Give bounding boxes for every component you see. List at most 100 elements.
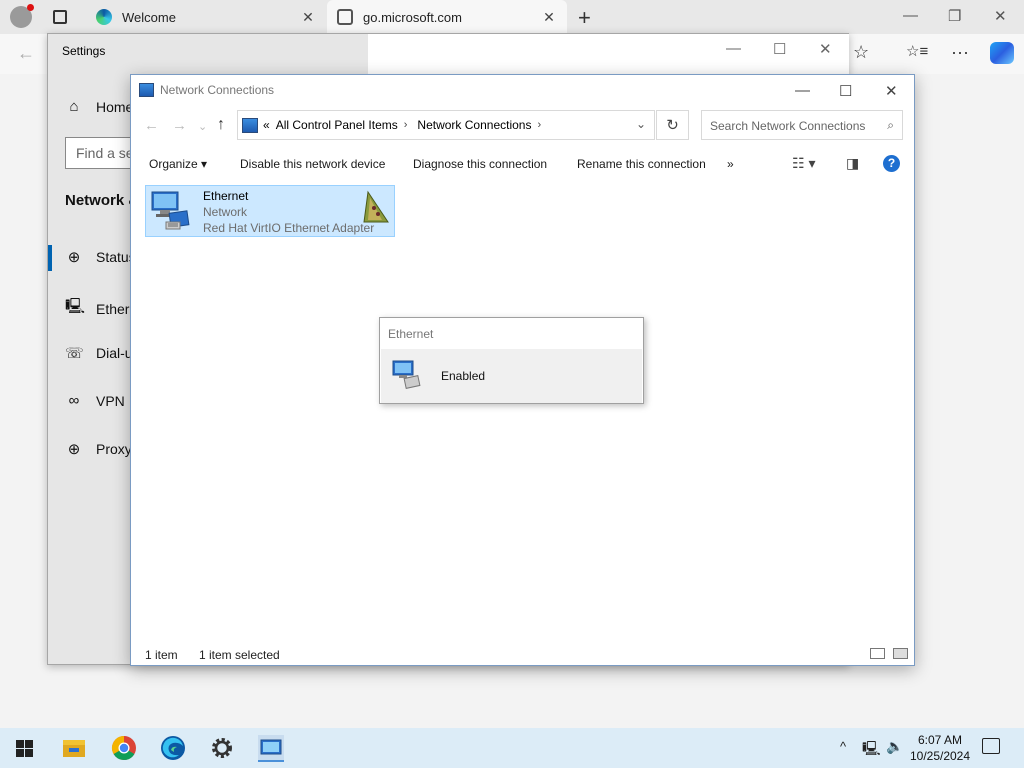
more-menu-icon[interactable]: ··· — [951, 42, 969, 63]
clock[interactable]: 6:07 AM 10/25/2024 — [904, 732, 976, 764]
preview-pane-icon[interactable]: ◨ — [846, 155, 859, 172]
edge-icon[interactable] — [159, 734, 187, 762]
address-bar[interactable]: « All Control Panel Items › Network Conn… — [237, 110, 655, 140]
search-input[interactable]: Search Network Connections ⌕ — [701, 110, 903, 140]
item-count: 1 item — [145, 648, 178, 662]
disable-device-button[interactable]: Disable this network device — [240, 157, 385, 171]
chrome-icon[interactable] — [110, 734, 138, 762]
browser-restore-button[interactable]: ❐ — [948, 7, 961, 25]
tiles-view-icon[interactable] — [893, 648, 908, 659]
refresh-button[interactable]: ↻ — [656, 110, 689, 140]
loading-favicon-icon — [337, 9, 353, 25]
connection-adapter: Red Hat VirtIO Ethernet Adapter — [203, 221, 375, 235]
settings-nav-label: Home — [96, 98, 134, 115]
browser-close-button[interactable]: ✕ — [994, 7, 1007, 25]
settings-nav-dial-up[interactable]: ☏ Dial-u — [65, 344, 133, 362]
new-tab-button[interactable]: + — [578, 5, 591, 31]
windows-logo-icon — [25, 740, 33, 748]
close-icon[interactable]: ✕ — [541, 9, 557, 26]
edge-favicon-icon — [96, 9, 112, 25]
settings-nav-proxy[interactable]: ⊕ Proxy — [65, 440, 132, 458]
popup-title: Ethernet — [388, 327, 434, 341]
organize-button[interactable]: Organize ▾ — [149, 157, 207, 171]
address-dropdown-icon[interactable]: ⌄ — [636, 117, 646, 131]
view-options-icon[interactable]: ☷ ▾ — [792, 155, 815, 172]
command-bar: Organize ▾ Disable this network device D… — [131, 149, 914, 179]
ethernet-connection-item[interactable]: Ethernet Network Red Hat VirtIO Ethernet… — [145, 185, 395, 237]
search-icon: ⌕ — [887, 118, 894, 132]
settings-minimize-button[interactable]: — — [726, 40, 741, 57]
more-commands-button[interactable]: » — [727, 157, 734, 171]
breadcrumb-chevron-icon[interactable]: › — [404, 119, 408, 131]
settings-nav-label: Dial-u — [96, 345, 133, 361]
settings-gear-icon[interactable] — [208, 734, 236, 762]
connection-status: Network — [203, 205, 248, 219]
notification-center-icon[interactable] — [982, 738, 1000, 754]
diagnose-connection-button[interactable]: Diagnose this connection — [413, 157, 547, 171]
recent-locations-button[interactable]: ⌄ — [198, 120, 207, 133]
settings-close-button[interactable]: ✕ — [819, 40, 832, 58]
copilot-icon[interactable] — [990, 42, 1014, 64]
tray-overflow-chevron[interactable]: ^ — [840, 739, 846, 754]
proxy-globe-icon: ⊕ — [67, 441, 81, 458]
nav-back-button[interactable]: ← — [144, 117, 159, 134]
close-icon[interactable]: ✕ — [300, 9, 316, 26]
windows-logo-icon — [16, 740, 24, 748]
tab-title: Welcome — [122, 9, 176, 25]
tab-actions-icon[interactable] — [53, 10, 67, 24]
nav-forward-button[interactable]: → — [172, 117, 187, 134]
globe-status-icon: ⊕ — [67, 249, 81, 266]
back-arrow-icon[interactable]: ← — [17, 43, 35, 64]
network-location-icon — [363, 190, 389, 223]
control-panel-icon — [139, 83, 154, 97]
settings-section-heading: Network & — [65, 192, 140, 209]
network-adapter-icon — [151, 191, 190, 230]
browser-tab-bar: Welcome ✕ go.microsoft.com ✕ + — ❐ ✕ — [0, 0, 1024, 34]
settings-window-title: Settings — [62, 44, 106, 58]
settings-maximize-button[interactable]: ☐ — [773, 40, 786, 58]
file-explorer-icon[interactable] — [60, 734, 88, 762]
breadcrumb-network-connections[interactable]: Network Connections — [417, 118, 531, 132]
profile-avatar[interactable] — [10, 4, 34, 28]
connection-name: Ethernet — [203, 189, 249, 203]
dial-up-icon: ☏ — [65, 345, 84, 362]
clock-date: 10/25/2024 — [909, 749, 971, 763]
taskbar: ^ 🖳 🔈 6:07 AM 10/25/2024 — [0, 728, 1024, 768]
favorite-star-icon[interactable]: ☆ — [853, 42, 869, 63]
help-icon[interactable]: ? — [883, 155, 900, 172]
tab-go-microsoft[interactable]: go.microsoft.com ✕ — [327, 0, 567, 34]
clock-time: 6:07 AM — [917, 733, 963, 747]
status-bar: 1 item 1 item selected — [131, 645, 914, 665]
details-view-icon[interactable] — [870, 648, 885, 659]
rename-connection-button[interactable]: Rename this connection — [577, 157, 706, 171]
volume-tray-icon[interactable]: 🔈 — [886, 738, 903, 755]
windows-logo-icon — [25, 749, 33, 757]
nc-title-bar[interactable]: Network Connections — ☐ ✕ — [131, 75, 914, 105]
selected-nav-indicator — [48, 245, 52, 271]
nc-minimize-button[interactable]: — — [795, 82, 810, 99]
browser-minimize-button[interactable]: — — [903, 7, 918, 24]
vpn-icon: ∞ — [68, 392, 80, 409]
nc-maximize-button[interactable]: ☐ — [839, 82, 852, 100]
breadcrumb-all-control-panel-items[interactable]: All Control Panel Items — [276, 118, 398, 132]
popup-status-text: Enabled — [441, 369, 486, 383]
network-adapter-icon — [392, 360, 421, 389]
nc-close-button[interactable]: ✕ — [885, 82, 898, 100]
settings-nav-status[interactable]: ⊕ Status — [65, 248, 136, 266]
ethernet-icon: 🖳 — [65, 298, 86, 315]
network-tray-icon[interactable]: 🖳 — [862, 738, 881, 762]
settings-nav-label: VPN — [96, 392, 125, 409]
popup-body: Enabled — [381, 349, 642, 403]
breadcrumb-overflow[interactable]: « — [263, 118, 270, 132]
network-connections-icon[interactable] — [257, 734, 285, 762]
settings-nav-label: Proxy — [96, 441, 132, 457]
settings-nav-vpn[interactable]: ∞ VPN — [65, 392, 125, 409]
ethernet-status-popup: Ethernet Enabled — [379, 317, 644, 404]
up-folder-button[interactable]: ↑ — [217, 116, 225, 134]
start-button[interactable] — [16, 740, 33, 757]
breadcrumb-chevron-icon[interactable]: › — [537, 119, 541, 131]
favorites-list-icon[interactable]: ☆≡ — [906, 42, 928, 60]
settings-nav-home[interactable]: ⌂ Home — [65, 98, 133, 115]
tab-welcome[interactable]: Welcome ✕ — [86, 0, 326, 34]
settings-nav-ethernet[interactable]: 🖳 Ethern — [65, 296, 137, 321]
